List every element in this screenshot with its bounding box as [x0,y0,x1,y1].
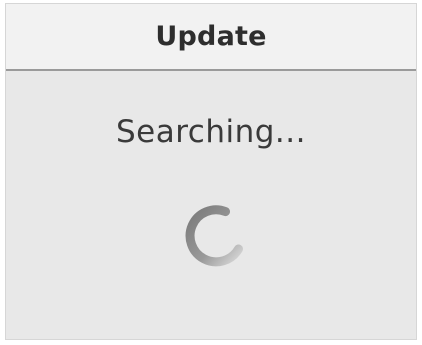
update-dialog: Update Searching... [5,3,417,340]
status-text: Searching... [115,114,306,150]
dialog-title: Update [155,21,267,52]
dialog-titlebar[interactable]: Update [6,4,416,71]
spinner-icon [185,205,243,267]
